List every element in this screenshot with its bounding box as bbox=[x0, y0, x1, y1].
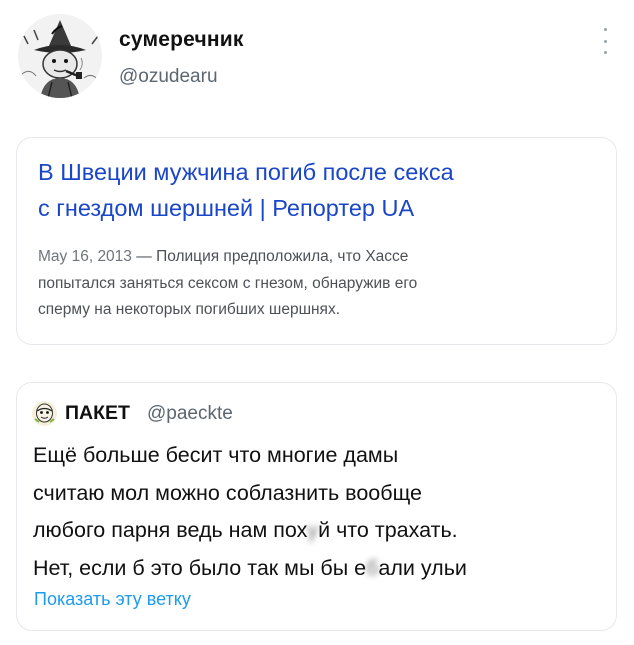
article-date: May 16, 2013 bbox=[38, 248, 132, 265]
article-title-line: с гнездом шершней | Репортер UA bbox=[38, 195, 415, 221]
search-result-card[interactable]: В Швеции мужчина погиб после секса с гне… bbox=[16, 137, 617, 345]
tweet-line: Нет, если б это было так мы бы ебали уль… bbox=[33, 550, 613, 588]
tweet-header: сумеречник @ozudearu bbox=[18, 14, 616, 104]
censored-letter: у bbox=[307, 518, 319, 542]
censored-letter: б bbox=[366, 555, 379, 580]
more-dot bbox=[603, 39, 607, 43]
tweet-line: Ещё больше бесит что многие дамы bbox=[33, 443, 399, 467]
tweet-screenshot: сумеречник @ozudearu В Швеции мужчина по… bbox=[0, 0, 634, 645]
tweet-text-part: Нет, если б это было так мы бы е bbox=[33, 555, 367, 580]
snippet-text: Полиция предположила, что Хассе bbox=[156, 248, 409, 265]
tweet-line: считаю мол можно соблазнить вообще bbox=[33, 480, 422, 505]
more-vertical-icon[interactable] bbox=[600, 28, 610, 54]
author-name[interactable]: сумеречник bbox=[119, 28, 244, 52]
article-title-line: В Швеции мужчина погиб после секса bbox=[38, 159, 454, 185]
tweet-text-part: али ульи bbox=[378, 555, 467, 580]
quoted-tweet-text: Ещё больше бесит что многие дамы считаю … bbox=[33, 437, 613, 587]
hacker-mask-avatar-icon[interactable] bbox=[32, 401, 57, 426]
author-handle[interactable]: @ozudearu bbox=[119, 66, 218, 88]
article-snippet: May 16, 2013 — Полиция предположила, что… bbox=[38, 244, 603, 324]
quoted-author-handle[interactable]: @paeckte bbox=[147, 403, 233, 425]
tweet-text-part: любого парня ведь нам пох bbox=[33, 518, 308, 542]
tweet-text-part: й что трахать. bbox=[318, 518, 458, 542]
more-dot bbox=[603, 28, 607, 31]
quoted-tweet-card[interactable]: ПАКЕТ @paeckte Ещё больше бесит что мног… bbox=[16, 382, 617, 631]
snippet-line: сперму на некоторых погибших шершнях. bbox=[38, 301, 341, 318]
snufkin-avatar-icon[interactable] bbox=[18, 14, 102, 98]
snippet-line: May 16, 2013 — Полиция предположила, что… bbox=[38, 244, 603, 271]
snippet-line: попытался заняться сексом с гнезом, обна… bbox=[38, 274, 418, 292]
date-separator: — bbox=[131, 248, 157, 265]
tweet-line: любого парня ведь нам похуй что трахать. bbox=[33, 512, 613, 550]
show-thread-link[interactable]: Показать эту ветку bbox=[34, 589, 191, 610]
article-title[interactable]: В Швеции мужчина погиб после секса с гне… bbox=[38, 154, 598, 226]
quoted-author-name[interactable]: ПАКЕТ bbox=[65, 402, 130, 425]
more-dot bbox=[603, 51, 607, 54]
